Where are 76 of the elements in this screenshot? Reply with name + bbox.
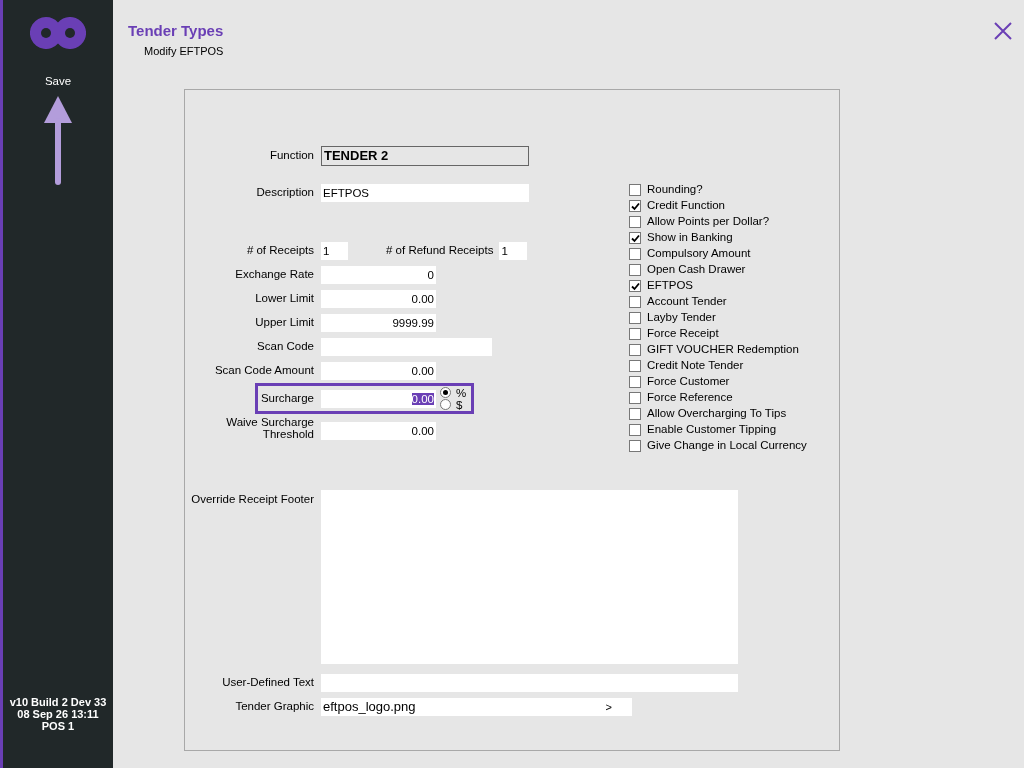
field-label: Scan Code <box>256 339 314 355</box>
surcharge-field[interactable]: 0.00 <box>321 389 436 408</box>
field-label: Upper Limit <box>254 315 314 331</box>
radio-label: $ <box>456 398 463 411</box>
checkbox[interactable] <box>629 392 641 404</box>
field-label: # of Receipts <box>245 243 314 259</box>
version-text: 08 Sep 26 13:11 <box>16 708 100 720</box>
field-label: Surcharge <box>259 390 314 406</box>
checkbox[interactable] <box>629 264 641 276</box>
waive-threshold-field[interactable]: 0.00 <box>321 422 436 440</box>
checkbox-label: Open Cash Drawer <box>647 262 746 278</box>
field-label: Waive Surcharge Threshold <box>225 416 314 440</box>
radio-button[interactable] <box>440 387 451 398</box>
checkbox[interactable] <box>629 296 641 308</box>
checkbox-label: Enable Customer Tipping <box>647 422 777 438</box>
page-subtitle: Modify EFTPOS <box>144 43 224 59</box>
checkbox-label: Give Change in Local Currency <box>647 438 807 454</box>
field-label: Tender Graphic <box>234 699 314 715</box>
checkbox[interactable] <box>629 312 641 324</box>
receipts-field[interactable]: 1 <box>321 242 348 260</box>
checkbox-label: Force Receipt <box>647 326 719 342</box>
checkbox-label: Credit Function <box>647 198 725 214</box>
checkbox[interactable] <box>629 328 641 340</box>
checkbox[interactable] <box>629 184 641 196</box>
field-label: Function <box>268 148 314 164</box>
field-label: Override Receipt Footer <box>190 492 314 507</box>
checkbox-label: Force Reference <box>647 390 733 406</box>
checkbox[interactable] <box>629 344 641 356</box>
close-icon[interactable] <box>994 22 1012 40</box>
checkbox[interactable] <box>629 200 641 212</box>
field-label: Description <box>255 185 314 201</box>
checkbox-label: Allow Overcharging To Tips <box>647 406 787 422</box>
checkbox[interactable] <box>629 216 641 228</box>
version-text: POS 1 <box>40 720 76 732</box>
checkbox-label: Allow Points per Dollar? <box>647 214 770 230</box>
checkbox[interactable] <box>629 424 641 436</box>
user-text-field[interactable] <box>321 674 738 692</box>
checkbox-label: Layby Tender <box>647 310 716 326</box>
tender-graphic-field[interactable]: eftpos_logo.png <box>323 698 416 716</box>
checkbox-label: EFTPOS <box>647 278 693 294</box>
field-label: Exchange Rate <box>234 267 314 283</box>
checkbox[interactable] <box>629 248 641 260</box>
scan-code-amount-field[interactable]: 0.00 <box>321 362 436 380</box>
field-label: Scan Code Amount <box>213 363 314 379</box>
field-label: Lower Limit <box>254 291 314 307</box>
receipt-footer-field[interactable] <box>321 490 738 664</box>
radio-button[interactable] <box>440 399 451 410</box>
field-label: User-Defined Text <box>221 675 314 691</box>
field-label: # of Refund Receipts <box>386 243 494 259</box>
checkbox[interactable] <box>629 408 641 420</box>
refund-receipts-field[interactable]: 1 <box>499 242 528 260</box>
checkbox[interactable] <box>629 280 641 292</box>
checkbox-label: GIFT VOUCHER Redemption <box>647 342 799 358</box>
checkbox[interactable] <box>629 440 641 452</box>
checkbox-label: Show in Banking <box>647 230 733 246</box>
lower-limit-field[interactable]: 0.00 <box>321 290 436 308</box>
save-button[interactable]: Save <box>44 73 72 91</box>
checkbox[interactable] <box>629 376 641 388</box>
exchange-rate-field[interactable]: 0 <box>321 266 436 284</box>
logo-icon <box>30 17 86 49</box>
page-title: Tender Types <box>128 21 224 41</box>
checkbox[interactable] <box>629 232 641 244</box>
checkbox-label: Credit Note Tender <box>647 358 744 374</box>
browse-button[interactable]: > <box>605 698 612 716</box>
upper-limit-field[interactable]: 9999.99 <box>321 314 436 332</box>
version-text: v10 Build 2 Dev 33 <box>9 696 107 708</box>
checkbox-label: Compulsory Amount <box>647 246 751 262</box>
function-field[interactable]: TENDER 2 <box>321 146 529 166</box>
checkbox-label: Rounding? <box>647 182 703 198</box>
checkbox[interactable] <box>629 360 641 372</box>
checkbox-label: Force Customer <box>647 374 730 390</box>
arrow-icon <box>43 96 73 187</box>
checkbox-label: Account Tender <box>647 294 727 310</box>
scan-code-field[interactable] <box>321 338 492 356</box>
description-field[interactable]: EFTPOS <box>321 184 529 202</box>
radio-label: % <box>456 386 467 399</box>
